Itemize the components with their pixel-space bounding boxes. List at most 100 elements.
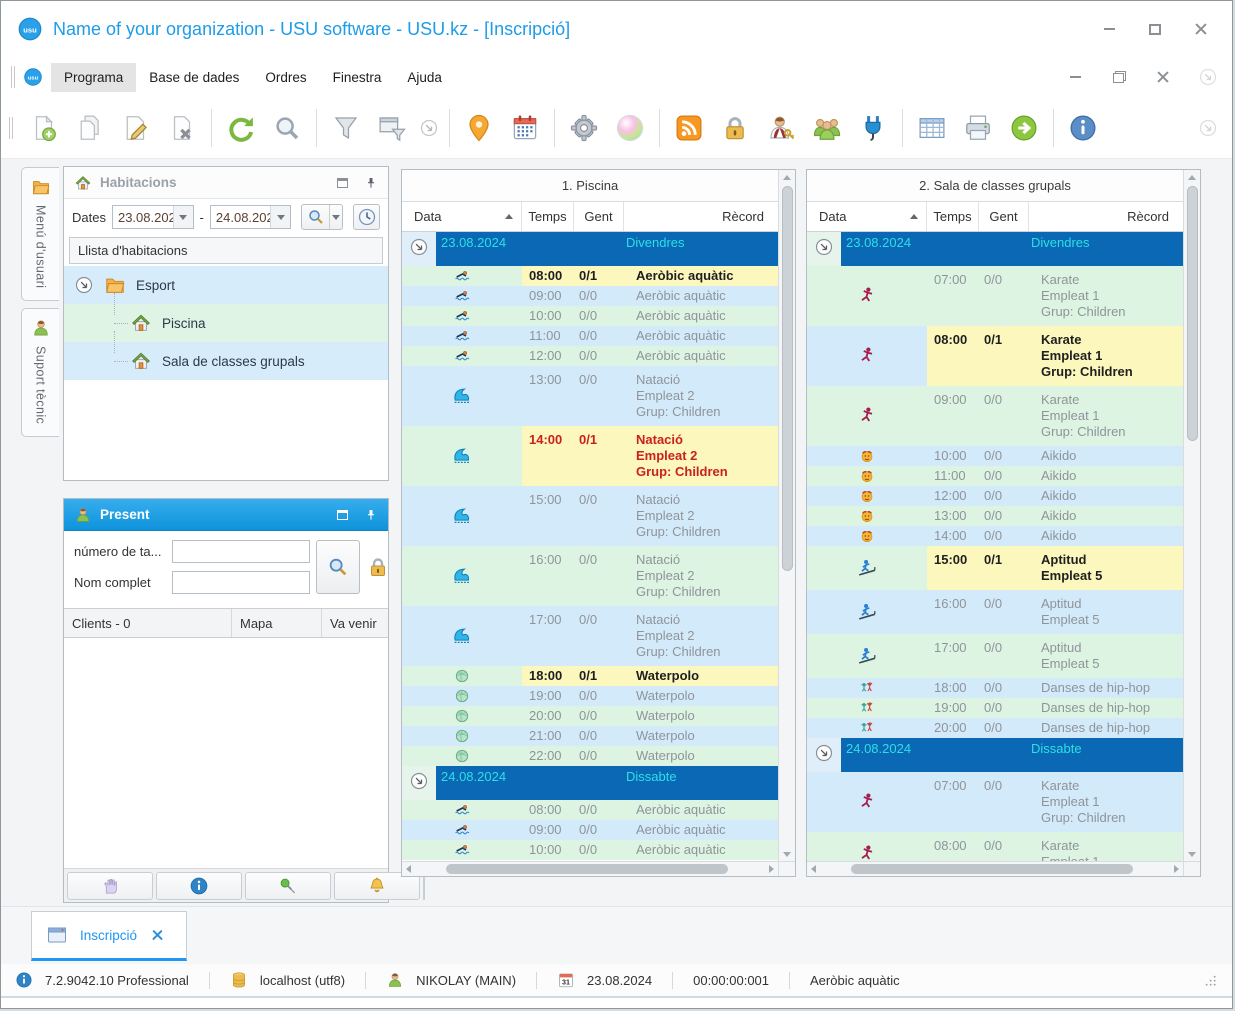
clients-column-header[interactable]: Clients - 0 — [64, 609, 232, 637]
schedule-row[interactable]: 17:00 0/0 Natació Empleat 2 Grup: Children — [402, 606, 778, 666]
refresh-button[interactable] — [218, 105, 264, 151]
expand-icon[interactable] — [814, 743, 834, 763]
schedule-row[interactable]: 15:00 0/1 Aptitud Empleat 5 — [807, 546, 1183, 590]
habitacions-maximize-button[interactable] — [337, 177, 348, 188]
users-button[interactable] — [804, 105, 850, 151]
schedule-row[interactable]: 11:00 0/0 Aikido — [807, 466, 1183, 486]
schedule-row[interactable]: 08:00 0/0 Aeròbic aquàtic — [402, 800, 778, 820]
info-circle-button[interactable] — [156, 871, 242, 900]
maximize-button[interactable] — [1146, 20, 1164, 38]
doc-delete-button[interactable] — [159, 105, 205, 151]
date-from-combo[interactable]: 23.08.2024 — [111, 205, 194, 229]
schedule-row[interactable]: 10:00 0/0 Aeròbic aquàtic — [402, 306, 778, 326]
schedule-row[interactable]: 21:00 0/0 Waterpolo — [402, 726, 778, 746]
doc-new-button[interactable] — [21, 105, 67, 151]
schedule-row[interactable]: 20:00 0/0 Waterpolo — [402, 706, 778, 726]
tab-close-icon[interactable] — [152, 930, 163, 941]
schedule-row[interactable]: 19:00 0/0 Danses de hip-hop — [807, 698, 1183, 718]
schedule-row[interactable]: 09:00 0/0 Karate Empleat 1 Grup: Children — [807, 386, 1183, 446]
record-column-header[interactable]: Rècord — [624, 202, 778, 231]
schedule-row[interactable]: 16:00 0/0 Aptitud Empleat 5 — [807, 590, 1183, 634]
window-funnel-button[interactable] — [369, 105, 415, 151]
schedule-row[interactable]: 16:00 0/0 Natació Empleat 2 Grup: Children — [402, 546, 778, 606]
mdi-minimize-button[interactable] — [1066, 68, 1084, 86]
menu-item-finestra[interactable]: Finestra — [320, 63, 395, 92]
schedule-group-row[interactable]: 23.08.2024 Divendres — [402, 232, 778, 266]
gear-button[interactable] — [561, 105, 607, 151]
habitacions-pin-icon[interactable] — [364, 176, 378, 190]
grid-button[interactable] — [909, 105, 955, 151]
present-pin-icon[interactable] — [364, 508, 378, 522]
gent-column-header[interactable]: Gent — [979, 202, 1029, 231]
schedule-row[interactable]: 08:00 0/1 Karate Empleat 1 Grup: Children — [807, 326, 1183, 386]
chevron-circle-button[interactable] — [415, 105, 443, 151]
va-venir-column-header[interactable]: Va venir — [322, 609, 388, 637]
lock-button[interactable] — [712, 105, 758, 151]
menu-item-ordres[interactable]: Ordres — [252, 63, 319, 92]
colors-button[interactable] — [607, 105, 653, 151]
doc-edit-button[interactable] — [113, 105, 159, 151]
doc-copy-button[interactable] — [67, 105, 113, 151]
schedule-group-row[interactable]: 24.08.2024 Dissabte — [402, 766, 778, 800]
schedule-row[interactable]: 07:00 0/0 Karate Empleat 1 Grup: Children — [807, 266, 1183, 326]
present-search-button[interactable] — [316, 540, 360, 594]
schedule-row[interactable]: 14:00 0/1 Natació Empleat 2 Grup: Children — [402, 426, 778, 486]
side-tab-suport-t-cnic[interactable]: Suport tècnic — [21, 308, 59, 438]
date-to-dropdown[interactable] — [270, 206, 291, 228]
schedule-row[interactable]: 15:00 0/0 Natació Empleat 2 Grup: Children — [402, 486, 778, 546]
plug-button[interactable] — [850, 105, 896, 151]
expand-icon[interactable] — [409, 771, 429, 791]
mapa-column-header[interactable]: Mapa — [232, 609, 322, 637]
sala-vertical-scrollbar[interactable] — [1183, 170, 1200, 876]
tree-item-sala-de-classes-grupals[interactable]: Sala de classes grupals — [64, 330, 388, 380]
menu-item-programa[interactable]: Programa — [51, 62, 137, 92]
expand-icon[interactable] — [409, 237, 429, 257]
rooms-search-button[interactable] — [301, 204, 344, 230]
gent-column-header[interactable]: Gent — [574, 202, 624, 231]
map-pin-button[interactable] — [456, 105, 502, 151]
rss-button[interactable] — [666, 105, 712, 151]
menubar-overflow-chevron-icon[interactable] — [1198, 67, 1218, 87]
scroll-down-arrow[interactable] — [1184, 847, 1200, 861]
scroll-up-arrow[interactable] — [779, 170, 795, 184]
data-column-header[interactable]: Data — [402, 202, 522, 231]
schedule-row[interactable]: 22:00 0/0 Waterpolo — [402, 746, 778, 766]
schedule-row[interactable]: 20:00 0/0 Danses de hip-hop — [807, 718, 1183, 738]
scroll-up-arrow[interactable] — [1184, 170, 1200, 184]
expand-icon[interactable] — [814, 237, 834, 257]
tab-inscripcio[interactable]: Inscripció — [31, 911, 187, 961]
full-name-input[interactable] — [172, 571, 310, 594]
schedule-row[interactable]: 19:00 0/0 Waterpolo — [402, 686, 778, 706]
schedule-row[interactable]: 08:00 0/1 Aeròbic aquàtic — [402, 266, 778, 286]
temps-column-header[interactable]: Temps — [522, 202, 574, 231]
record-column-header[interactable]: Rècord — [1029, 202, 1183, 231]
schedule-group-row[interactable]: 23.08.2024 Divendres — [807, 232, 1183, 266]
data-column-header[interactable]: Data — [807, 202, 927, 231]
search-button[interactable] — [264, 105, 310, 151]
schedule-row[interactable]: 10:00 0/0 Aeròbic aquàtic — [402, 840, 778, 860]
schedule-row[interactable]: 09:00 0/0 Aeròbic aquàtic — [402, 820, 778, 840]
side-tab-men-d-usuari[interactable]: Menú d'usuari — [21, 167, 59, 302]
piscina-vertical-scrollbar[interactable] — [778, 170, 795, 876]
close-button[interactable] — [1192, 20, 1210, 38]
schedule-row[interactable]: 10:00 0/0 Aikido — [807, 446, 1183, 466]
date-from-dropdown[interactable] — [172, 206, 193, 228]
rooms-search-dropdown[interactable] — [328, 205, 342, 229]
clock-button[interactable] — [353, 204, 380, 230]
card-number-input[interactable] — [172, 540, 310, 563]
schedule-row[interactable]: 07:00 0/0 Karate Empleat 1 Grup: Children — [807, 772, 1183, 832]
schedule-group-row[interactable]: 24.08.2024 Dissabte — [807, 738, 1183, 772]
go-next-button[interactable] — [1001, 105, 1047, 151]
info-button[interactable] — [1060, 105, 1106, 151]
schedule-row[interactable]: 08:00 0/0 KarateEmpleat 1 — [807, 832, 1183, 861]
schedule-row[interactable]: 12:00 0/0 Aikido — [807, 486, 1183, 506]
pin-green-button[interactable] — [245, 871, 331, 900]
menu-item-base-de-dades[interactable]: Base de dades — [136, 63, 252, 92]
schedule-row[interactable]: 14:00 0/0 Aikido — [807, 526, 1183, 546]
scroll-down-arrow[interactable] — [779, 847, 795, 861]
mdi-restore-button[interactable] — [1110, 68, 1128, 86]
schedule-row[interactable]: 13:00 0/0 Aikido — [807, 506, 1183, 526]
funnel-button[interactable] — [323, 105, 369, 151]
piscina-horizontal-scrollbar[interactable] — [402, 861, 778, 876]
present-maximize-button[interactable] — [337, 509, 348, 520]
